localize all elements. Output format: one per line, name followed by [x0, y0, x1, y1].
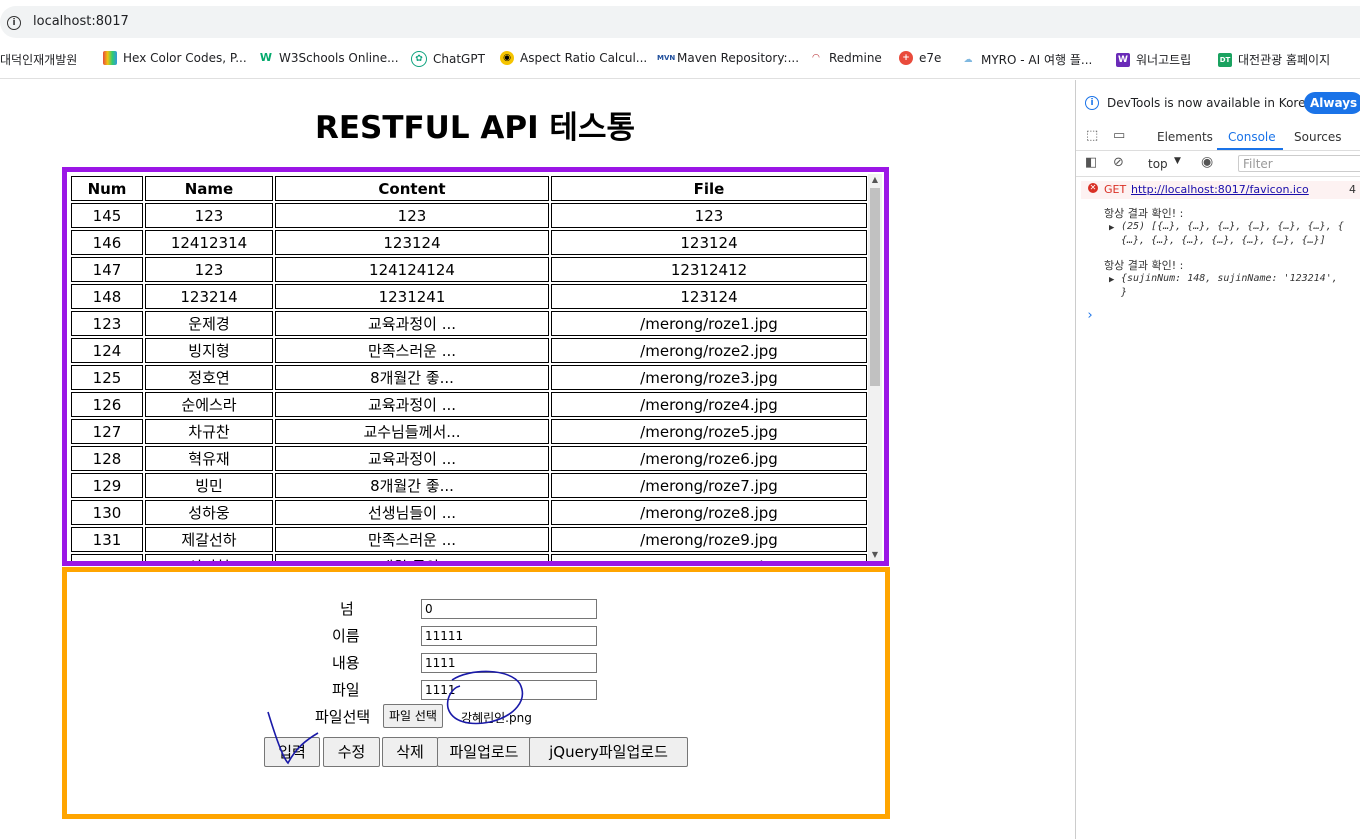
- tab-console[interactable]: Console: [1228, 130, 1276, 144]
- always-match-button[interactable]: Always ma: [1304, 92, 1360, 132]
- chevron-down-icon: ▼: [1174, 156, 1181, 166]
- expand-triangle-icon[interactable]: ▶: [1109, 275, 1114, 285]
- error-url-link[interactable]: http://localhost:8017/favicon.ico: [1131, 183, 1309, 196]
- log1-value-line2: {…}, {…}, {…}, {…}, {…}, {…}, {…}]: [1121, 235, 1326, 246]
- tab-sources[interactable]: Sources: [1294, 130, 1341, 144]
- log1-value-line1[interactable]: (25) [{…}, {…}, {…}, {…}, {…}, {…}, {: [1121, 221, 1344, 232]
- log2-label: 항상 결과 확인! :: [1104, 259, 1184, 272]
- error-code: 4: [1349, 183, 1356, 196]
- info-icon: i: [1085, 96, 1099, 110]
- eye-icon[interactable]: ◉: [1201, 154, 1213, 170]
- console-error-row: ✕ GET http://localhost:8017/favicon.ico …: [1081, 181, 1360, 199]
- log2-value-line1[interactable]: {sujinNum: 148, sujinName: '123214',: [1121, 273, 1338, 284]
- expand-triangle-icon[interactable]: ▶: [1109, 223, 1114, 233]
- devtools-banner: i DevTools is now available in Korean! A…: [1076, 90, 1360, 132]
- devtools-tabs: ⬚ ▭ Elements Console Sources: [1076, 124, 1360, 151]
- inspect-element-icon[interactable]: ⬚: [1086, 128, 1098, 143]
- context-select[interactable]: top: [1148, 157, 1168, 171]
- devtools-panel: i DevTools is now available in Korean! A…: [1075, 80, 1360, 839]
- console-toolbar: ◧ ⊘ top ▼ ◉ Filter: [1076, 152, 1360, 177]
- banner-text: DevTools is now available in Korean!: [1107, 96, 1326, 110]
- log2-value-line2: }: [1121, 287, 1128, 298]
- console-filter-input[interactable]: Filter: [1238, 155, 1360, 172]
- active-tab-indicator: [1217, 148, 1283, 150]
- log1-label: 항상 결과 확인! :: [1104, 207, 1184, 220]
- error-method: GET: [1104, 183, 1127, 196]
- clear-console-icon[interactable]: ⊘: [1113, 155, 1124, 170]
- console-prompt-chevron-icon[interactable]: ›: [1086, 308, 1094, 323]
- error-icon: ✕: [1088, 183, 1098, 193]
- sidebar-toggle-icon[interactable]: ◧: [1085, 155, 1097, 170]
- device-toolbar-icon[interactable]: ▭: [1113, 128, 1125, 143]
- tab-elements[interactable]: Elements: [1157, 130, 1213, 144]
